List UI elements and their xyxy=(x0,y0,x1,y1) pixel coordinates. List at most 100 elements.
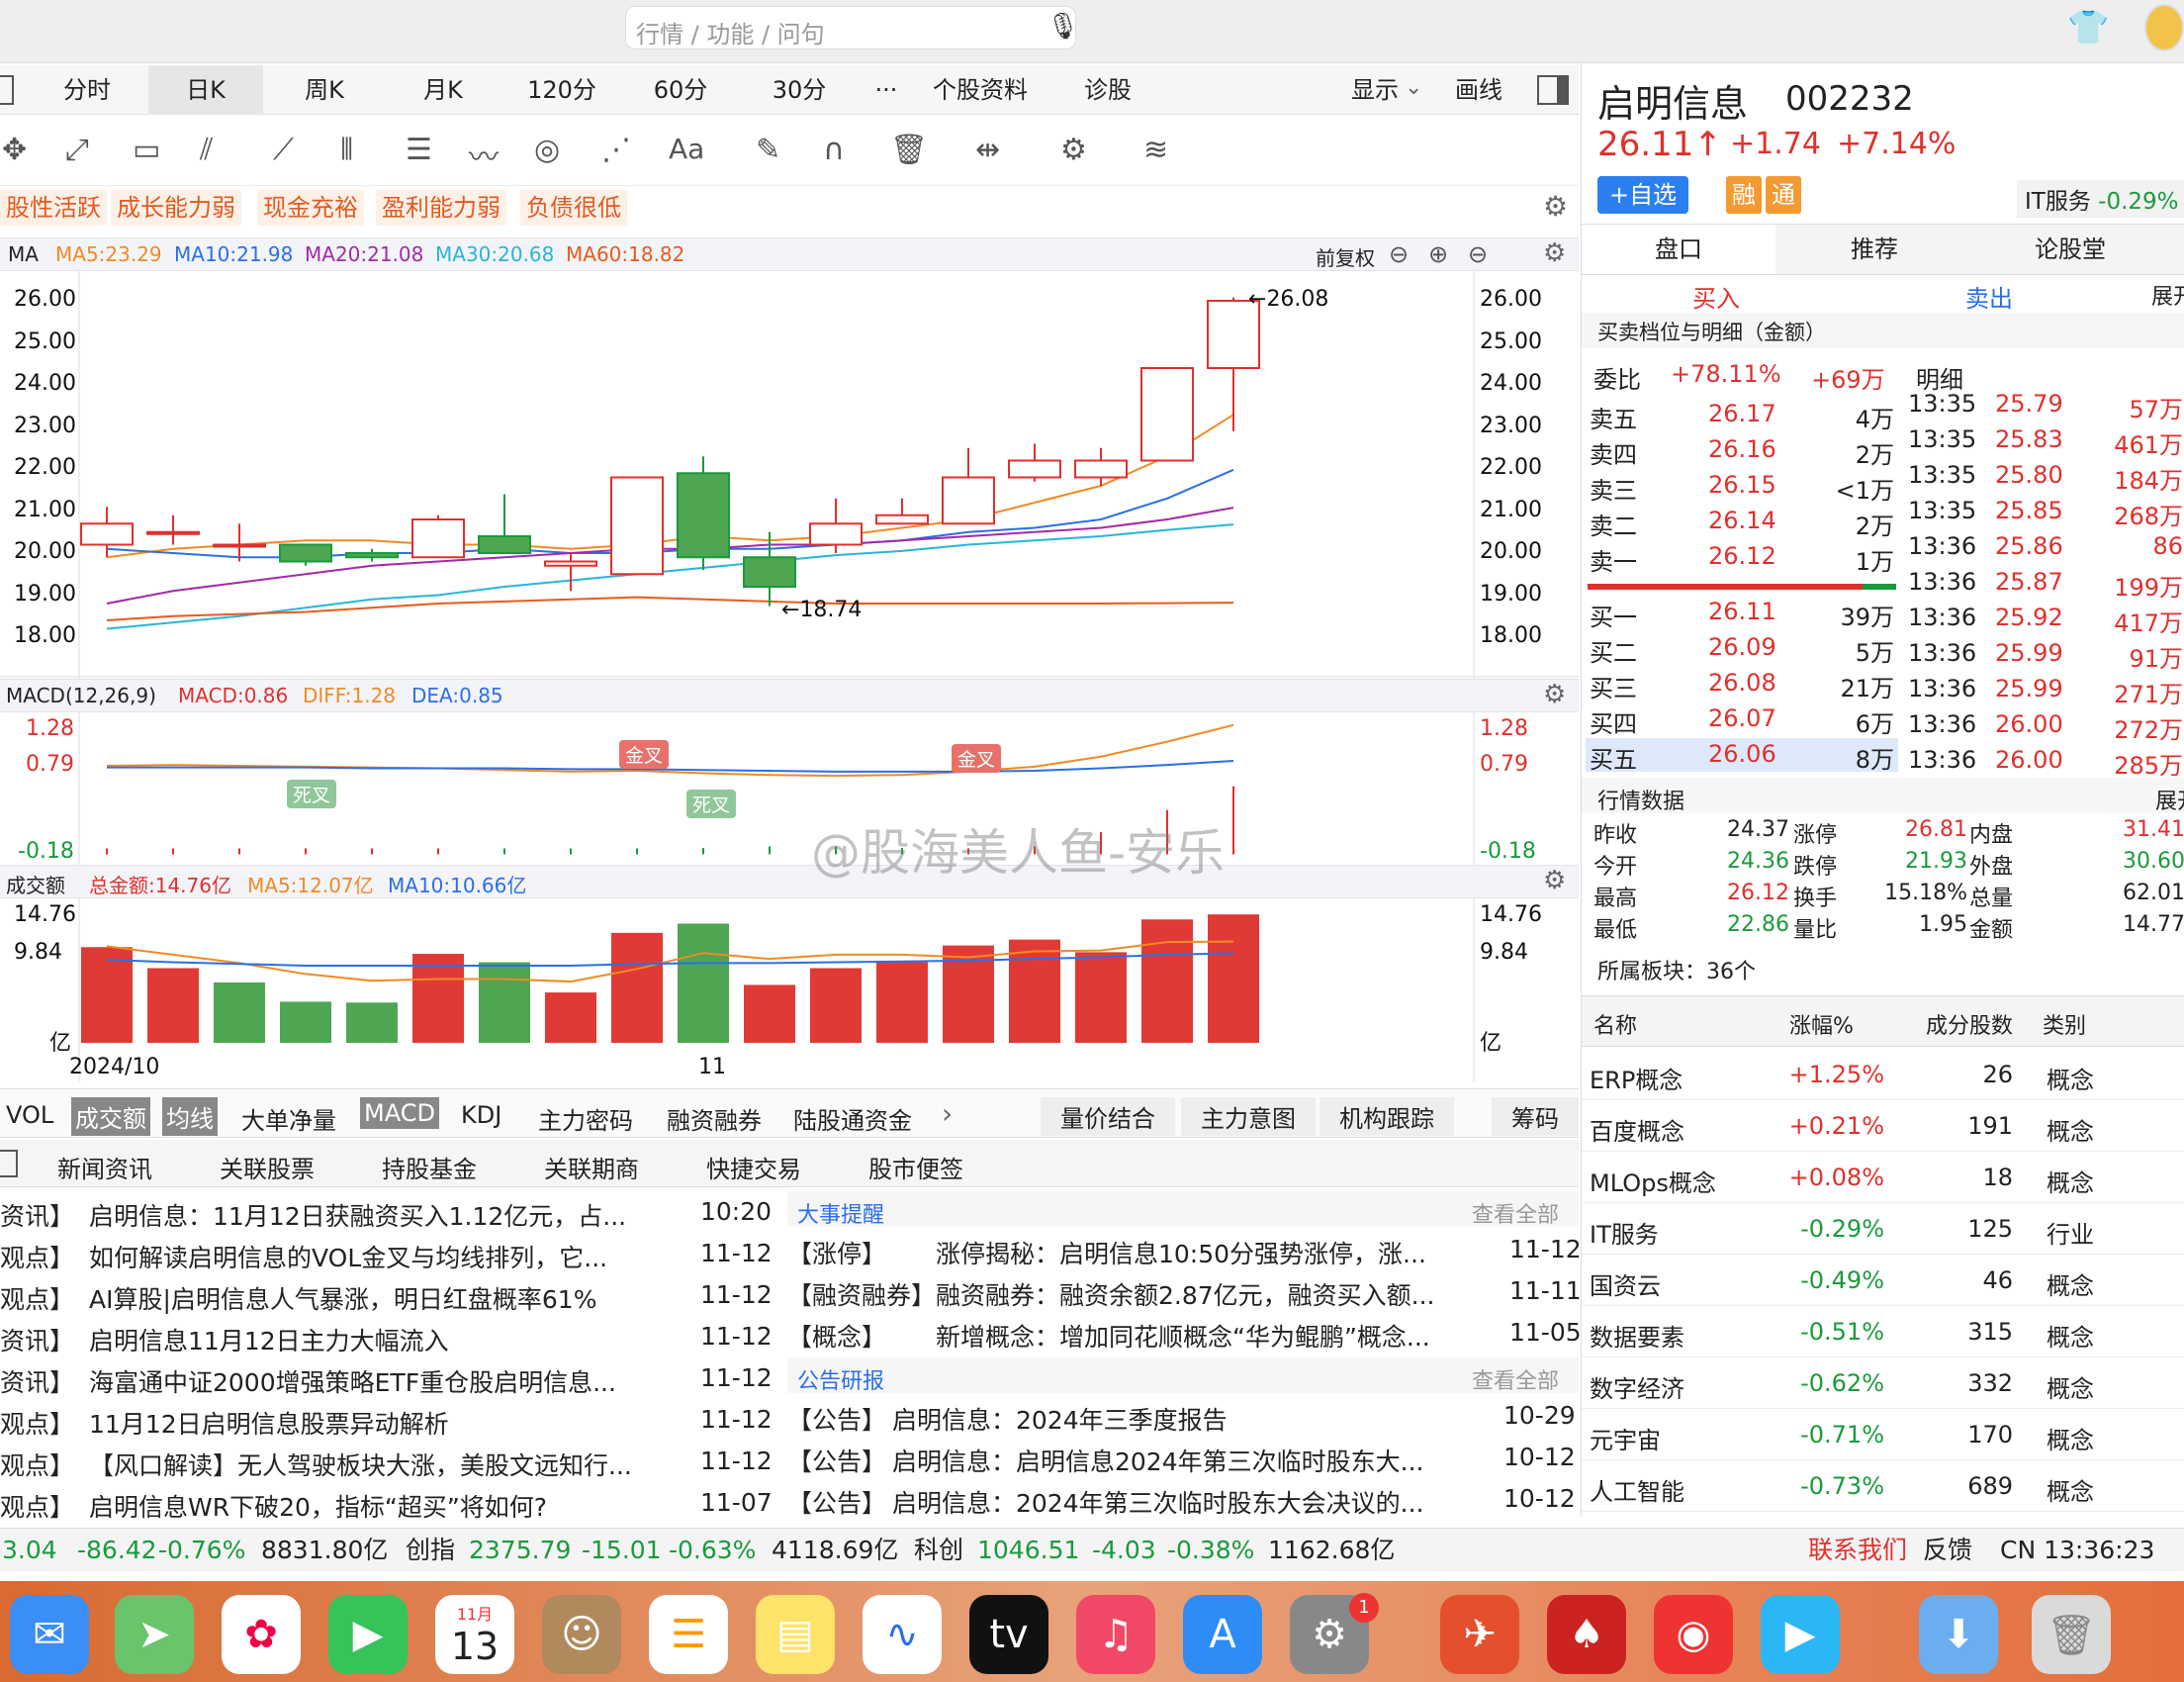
draw-line-button[interactable]: 画线 xyxy=(1444,65,1513,115)
stock-tag[interactable]: 盈利能力弱 xyxy=(376,190,506,226)
tab-vol[interactable]: VOL xyxy=(6,1101,53,1129)
news-title[interactable]: 启明信息11月12日主力大幅流入 xyxy=(89,1322,663,1357)
ellipse-icon[interactable]: ◎ xyxy=(534,133,560,167)
line-icon[interactable]: ⤢ xyxy=(65,133,89,167)
event-title[interactable]: 新增概念：增加同花顺概念“华为鲲鹏”概念... xyxy=(936,1318,1460,1354)
add-favorite-button[interactable]: +自选 xyxy=(1597,176,1689,214)
sell-button[interactable]: 卖出 xyxy=(1965,279,2013,314)
stock-tag[interactable]: 成长能力弱 xyxy=(111,190,241,226)
news-title[interactable]: 海富通中证2000增强策略ETF重仓股启明信息... xyxy=(89,1363,663,1399)
photos-icon[interactable]: ✿ xyxy=(222,1595,301,1674)
news-title[interactable]: 如何解读启明信息的VOL金叉与均线排列，它... xyxy=(89,1239,663,1274)
gear-icon[interactable]: ⚙ xyxy=(1060,133,1087,167)
event-title[interactable]: 涨停揭秘：启明信息10:50分强势涨停，涨... xyxy=(936,1235,1460,1270)
gear-icon[interactable]: ⚙ xyxy=(1543,680,1566,709)
tab-price-volume[interactable]: 量价结合 xyxy=(1041,1097,1175,1136)
tab-quick-trade[interactable]: 快捷交易 xyxy=(706,1150,801,1184)
magnet-icon[interactable]: ∩ xyxy=(823,133,845,167)
notices-more-link[interactable]: 查看全部 xyxy=(1472,1363,1559,1395)
trash-icon[interactable]: 🗑 xyxy=(2032,1595,2111,1674)
tab-stock-profile[interactable]: 个股资料 xyxy=(916,65,1045,115)
video-icon[interactable]: ▶ xyxy=(1761,1595,1840,1674)
search-input[interactable]: 行情 / 功能 / 问句 xyxy=(625,6,1076,49)
col-name[interactable]: 名称 xyxy=(1593,1008,1637,1040)
gear-icon[interactable]: ⚙ xyxy=(1543,190,1568,223)
news-title[interactable]: 启明信息WR下破20，指标“超买”将如何? xyxy=(89,1488,663,1524)
tab-fenshi[interactable]: 分时 xyxy=(30,65,144,115)
music-icon[interactable]: ♫ xyxy=(1076,1595,1155,1674)
tab-day-k[interactable]: 日K xyxy=(148,65,263,115)
stock-tag[interactable]: 现金充裕 xyxy=(257,190,364,226)
move-icon[interactable]: ✥ xyxy=(2,133,27,167)
panel-toggle-icon[interactable] xyxy=(0,75,14,105)
tab-notes[interactable]: 股市便签 xyxy=(868,1150,963,1184)
minus-icon[interactable]: ⊖ xyxy=(1389,240,1409,268)
tab-main-intent[interactable]: 主力意图 xyxy=(1181,1097,1316,1136)
tab-chips[interactable]: 筹码 xyxy=(1492,1097,1579,1136)
tab-macd[interactable]: MACD xyxy=(360,1097,439,1129)
microphone-icon[interactable]: 🎙 xyxy=(1046,12,1079,42)
sector-name[interactable]: ERP概念 xyxy=(1590,1061,1683,1095)
news-title[interactable]: 启明信息：11月12日获融资买入1.12亿元，占... xyxy=(89,1197,663,1233)
tab-120min[interactable]: 120分 xyxy=(504,65,619,115)
gann-icon[interactable]: ⋰ xyxy=(601,133,631,167)
tab-kdj[interactable]: KDJ xyxy=(461,1101,501,1129)
display-dropdown[interactable]: 显示 xyxy=(1335,65,1414,115)
minus-icon[interactable]: ⊖ xyxy=(1468,240,1488,268)
appletv-icon[interactable]: tv xyxy=(969,1595,1048,1674)
tab-futures[interactable]: 关联期商 xyxy=(544,1150,639,1184)
tab-forum[interactable]: 论股堂 xyxy=(1973,225,2167,274)
sector-name[interactable]: 数据要素 xyxy=(1590,1318,1684,1353)
cycle-lines-icon[interactable]: ⦀ xyxy=(340,133,353,167)
stock-tag[interactable]: 股性活跃 xyxy=(0,190,107,226)
reminders-icon[interactable]: ☰ xyxy=(649,1595,728,1674)
sector-name[interactable]: 元宇宙 xyxy=(1590,1421,1661,1455)
news-title[interactable]: AI算股|启明信息人气暴涨，明日红盘概率61% xyxy=(89,1280,663,1316)
plus-icon[interactable]: ⊕ xyxy=(1428,240,1448,268)
event-title[interactable]: 融资融券：融资余额2.87亿元，融资买入额... xyxy=(936,1276,1460,1312)
poker-icon[interactable]: ♠ xyxy=(1547,1595,1626,1674)
col-count[interactable]: 成分股数 xyxy=(1926,1008,2013,1040)
contacts-icon[interactable]: ☺ xyxy=(542,1595,621,1674)
col-pct[interactable]: 涨幅% xyxy=(1789,1008,1854,1040)
sector-name[interactable]: 国资云 xyxy=(1590,1266,1661,1301)
events-more-link[interactable]: 查看全部 xyxy=(1472,1197,1559,1229)
sector-chip[interactable]: IT服务 -0.29% xyxy=(2017,180,2184,218)
stock-tag[interactable]: 负债很低 xyxy=(520,190,627,226)
col-type[interactable]: 类别 xyxy=(2043,1008,2086,1040)
tab-main-code[interactable]: 主力密码 xyxy=(538,1101,633,1136)
tab-more[interactable]: ··· xyxy=(857,65,916,115)
kline-chart[interactable] xyxy=(0,271,1579,1082)
maps-icon[interactable]: ➤ xyxy=(115,1595,194,1674)
news-title[interactable]: 11月12日启明信息股票异动解析 xyxy=(89,1405,663,1441)
notice-title[interactable]: 启明信息：2024年第三次临时股东大会决议的... xyxy=(892,1484,1460,1520)
quote-expand[interactable]: 展开 xyxy=(2155,784,2184,815)
sidebar-toggle-icon[interactable] xyxy=(1537,75,1569,105)
gear-icon[interactable]: ⚙ xyxy=(1543,866,1566,895)
tab-recommend[interactable]: 推荐 xyxy=(1777,225,1971,274)
sector-name[interactable]: IT服务 xyxy=(1590,1215,1659,1250)
connect-badge[interactable]: 通 xyxy=(1766,176,1801,214)
notice-title[interactable]: 启明信息：2024年三季度报告 xyxy=(892,1401,1460,1437)
wave-icon[interactable]: 〰 xyxy=(469,133,499,176)
chevron-right-icon[interactable]: › xyxy=(942,1097,953,1130)
tonghuashun-icon[interactable]: ✈ xyxy=(1440,1595,1519,1674)
feedback-link[interactable]: 反馈 xyxy=(1923,1529,1972,1572)
rectangle-icon[interactable]: ▭ xyxy=(133,133,160,167)
eraser-icon[interactable]: ✎ xyxy=(756,133,780,167)
channel-icon[interactable]: ⟋ xyxy=(273,133,294,167)
tab-related-stocks[interactable]: 关联股票 xyxy=(220,1150,315,1184)
buy-button[interactable]: 买入 xyxy=(1692,279,1740,314)
notice-title[interactable]: 启明信息：启明信息2024年第三次临时股东大... xyxy=(892,1443,1460,1478)
tab-60min[interactable]: 60分 xyxy=(623,65,738,115)
freeform-icon[interactable]: ∿ xyxy=(863,1595,942,1674)
text-icon[interactable]: Aa xyxy=(669,133,704,165)
shirt-icon[interactable]: 👕 xyxy=(2067,8,2109,47)
panel-toggle-icon[interactable] xyxy=(0,1150,18,1177)
sector-name[interactable]: MLOps概念 xyxy=(1590,1164,1716,1198)
fibonacci-icon[interactable]: ☰ xyxy=(406,133,432,167)
tab-amount[interactable]: 成交额 xyxy=(71,1097,150,1136)
tab-big-order[interactable]: 大单净量 xyxy=(241,1101,336,1136)
fan-icon[interactable]: ⫽ xyxy=(200,133,213,167)
split-icon[interactable]: ⇹ xyxy=(975,133,1000,167)
